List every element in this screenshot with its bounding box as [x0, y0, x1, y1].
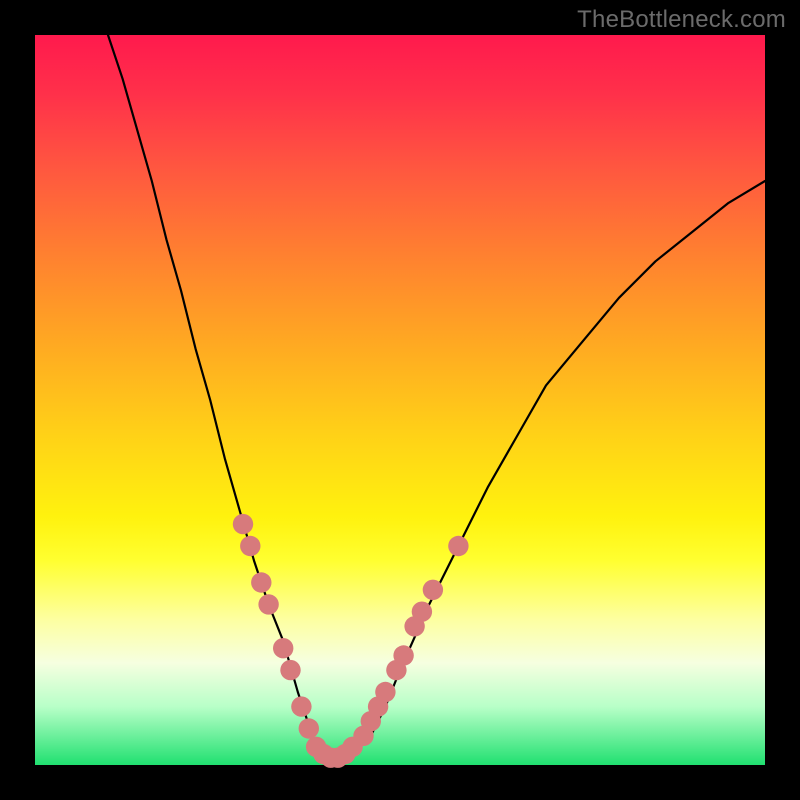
watermark-text: TheBottleneck.com [577, 6, 786, 34]
data-marker [280, 660, 300, 680]
chart-frame: TheBottleneck.com [0, 0, 800, 800]
data-marker [375, 682, 395, 702]
data-marker [273, 638, 293, 658]
markers-group [233, 514, 469, 768]
data-marker [233, 514, 253, 534]
data-marker [299, 718, 319, 738]
data-marker [423, 580, 443, 600]
data-marker [393, 645, 413, 665]
data-marker [291, 696, 311, 716]
data-marker [251, 572, 271, 592]
data-marker [240, 536, 260, 556]
data-marker [448, 536, 468, 556]
data-marker [412, 602, 432, 622]
data-marker [258, 594, 278, 614]
bottleneck-curve [108, 35, 765, 758]
chart-overlay [35, 35, 765, 765]
